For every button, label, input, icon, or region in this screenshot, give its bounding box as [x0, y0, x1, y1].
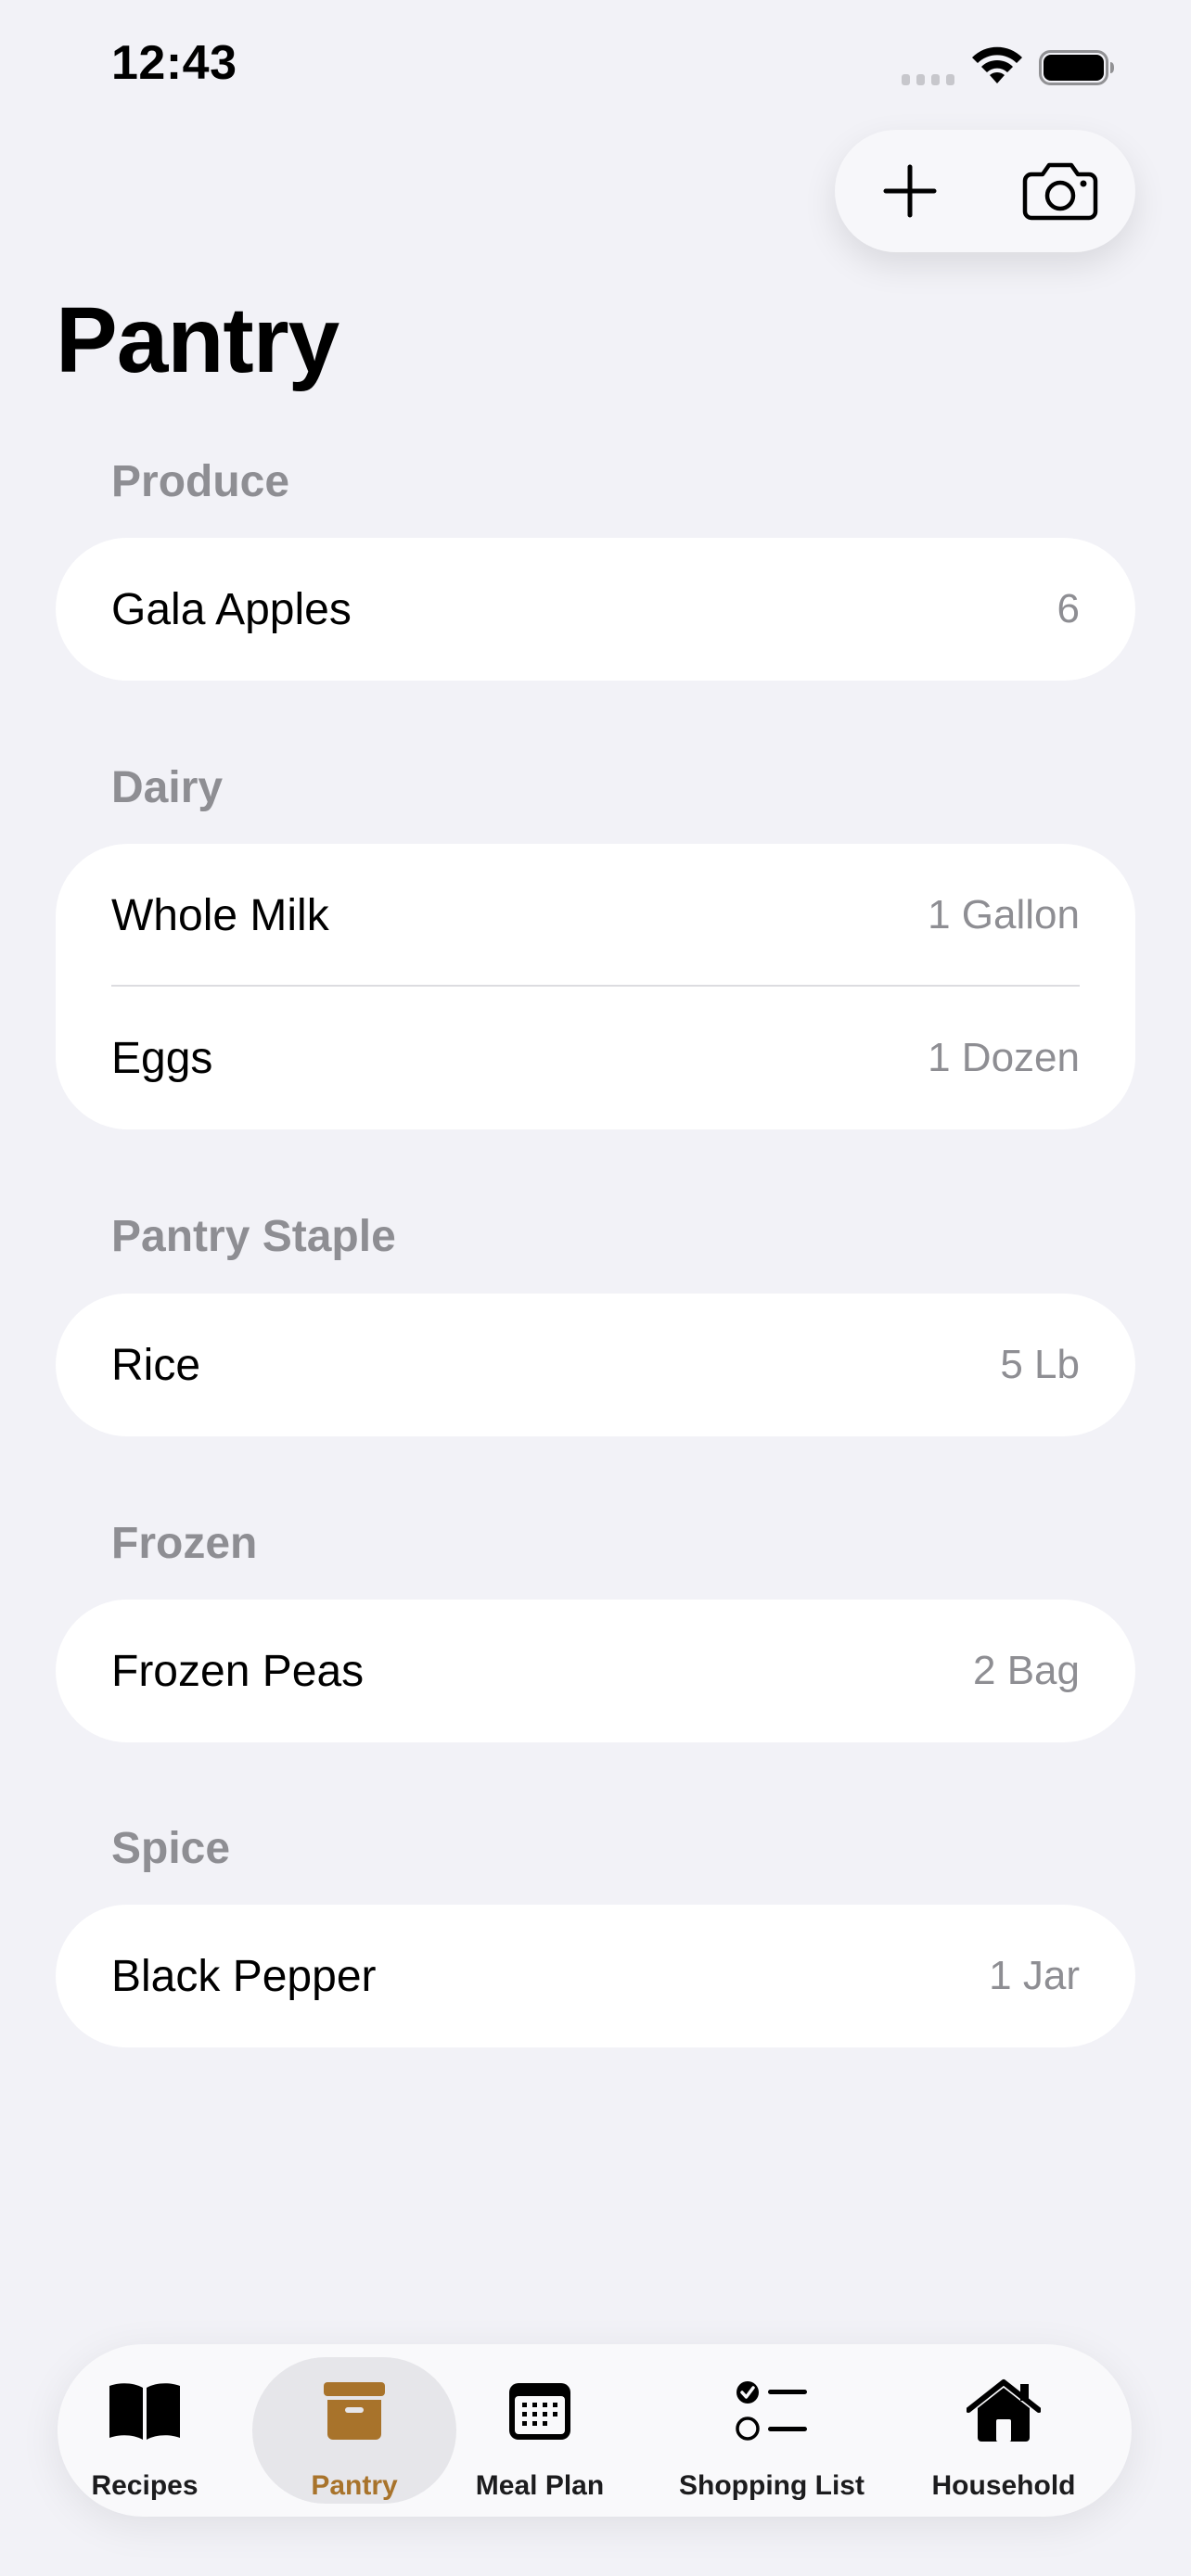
tab-label: Pantry [311, 2470, 398, 2501]
section-card-produce: Gala Apples 6 [56, 538, 1135, 681]
item-name: Frozen Peas [111, 1646, 365, 1696]
tab-recipes[interactable]: Recipes [74, 2344, 215, 2517]
checklist-icon [735, 2378, 809, 2444]
tab-meal-plan[interactable]: Meal Plan [458, 2344, 621, 2517]
section-header-frozen: Frozen [111, 1519, 258, 1568]
list-item[interactable]: Rice 5 Lb [56, 1294, 1135, 1436]
book-icon [106, 2378, 184, 2444]
section-card-frozen: Frozen Peas 2 Bag [56, 1600, 1135, 1742]
page-title: Pantry [56, 288, 339, 392]
section-header-produce: Produce [111, 457, 290, 506]
tab-label: Shopping List [679, 2470, 864, 2501]
tab-bar: Recipes Pantry Meal Plan Shopping List H… [58, 2344, 1132, 2517]
section-header-pantry-staple: Pantry Staple [111, 1212, 396, 1261]
item-quantity: 6 [1057, 586, 1080, 631]
tab-label: Recipes [91, 2470, 198, 2501]
list-item[interactable]: Frozen Peas 2 Bag [56, 1600, 1135, 1742]
tab-shopping-list[interactable]: Shopping List [651, 2344, 892, 2517]
add-item-button[interactable] [835, 130, 985, 252]
list-item[interactable]: Eggs 1 Dozen [56, 987, 1135, 1129]
toolbar-actions [835, 130, 1135, 252]
item-quantity: 1 Gallon [928, 892, 1080, 937]
status-time: 12:43 [111, 36, 237, 90]
camera-icon [1022, 162, 1098, 221]
tab-label: Meal Plan [475, 2470, 605, 2501]
status-bar: 12:43 [0, 0, 1191, 130]
item-quantity: 1 Jar [989, 1953, 1080, 1998]
section-header-dairy: Dairy [111, 763, 224, 812]
battery-icon [1039, 50, 1114, 85]
item-name: Eggs [111, 1033, 213, 1083]
section-card-dairy: Whole Milk 1 Gallon Eggs 1 Dozen [56, 844, 1135, 1129]
cellular-signal-icon [902, 74, 957, 85]
tab-label: Household [931, 2470, 1076, 2501]
item-name: Black Pepper [111, 1951, 377, 2001]
item-quantity: 1 Dozen [928, 1035, 1080, 1080]
archivebox-icon [322, 2378, 387, 2444]
house-icon [967, 2378, 1041, 2444]
calendar-icon [507, 2378, 572, 2444]
scan-button[interactable] [985, 130, 1135, 252]
section-header-spice: Spice [111, 1824, 231, 1873]
list-item[interactable]: Gala Apples 6 [56, 538, 1135, 681]
item-name: Whole Milk [111, 890, 329, 940]
plus-icon [883, 164, 937, 218]
item-quantity: 5 Lb [1000, 1342, 1080, 1387]
item-name: Rice [111, 1340, 201, 1390]
list-item[interactable]: Whole Milk 1 Gallon [56, 844, 1135, 987]
wifi-icon [972, 46, 1022, 83]
item-quantity: 2 Bag [973, 1648, 1080, 1693]
item-name: Gala Apples [111, 584, 352, 634]
tab-pantry[interactable]: Pantry [252, 2357, 456, 2504]
tab-household[interactable]: Household [911, 2344, 1096, 2517]
section-card-spice: Black Pepper 1 Jar [56, 1905, 1135, 2047]
list-item[interactable]: Black Pepper 1 Jar [56, 1905, 1135, 2047]
section-card-pantry-staple: Rice 5 Lb [56, 1294, 1135, 1436]
